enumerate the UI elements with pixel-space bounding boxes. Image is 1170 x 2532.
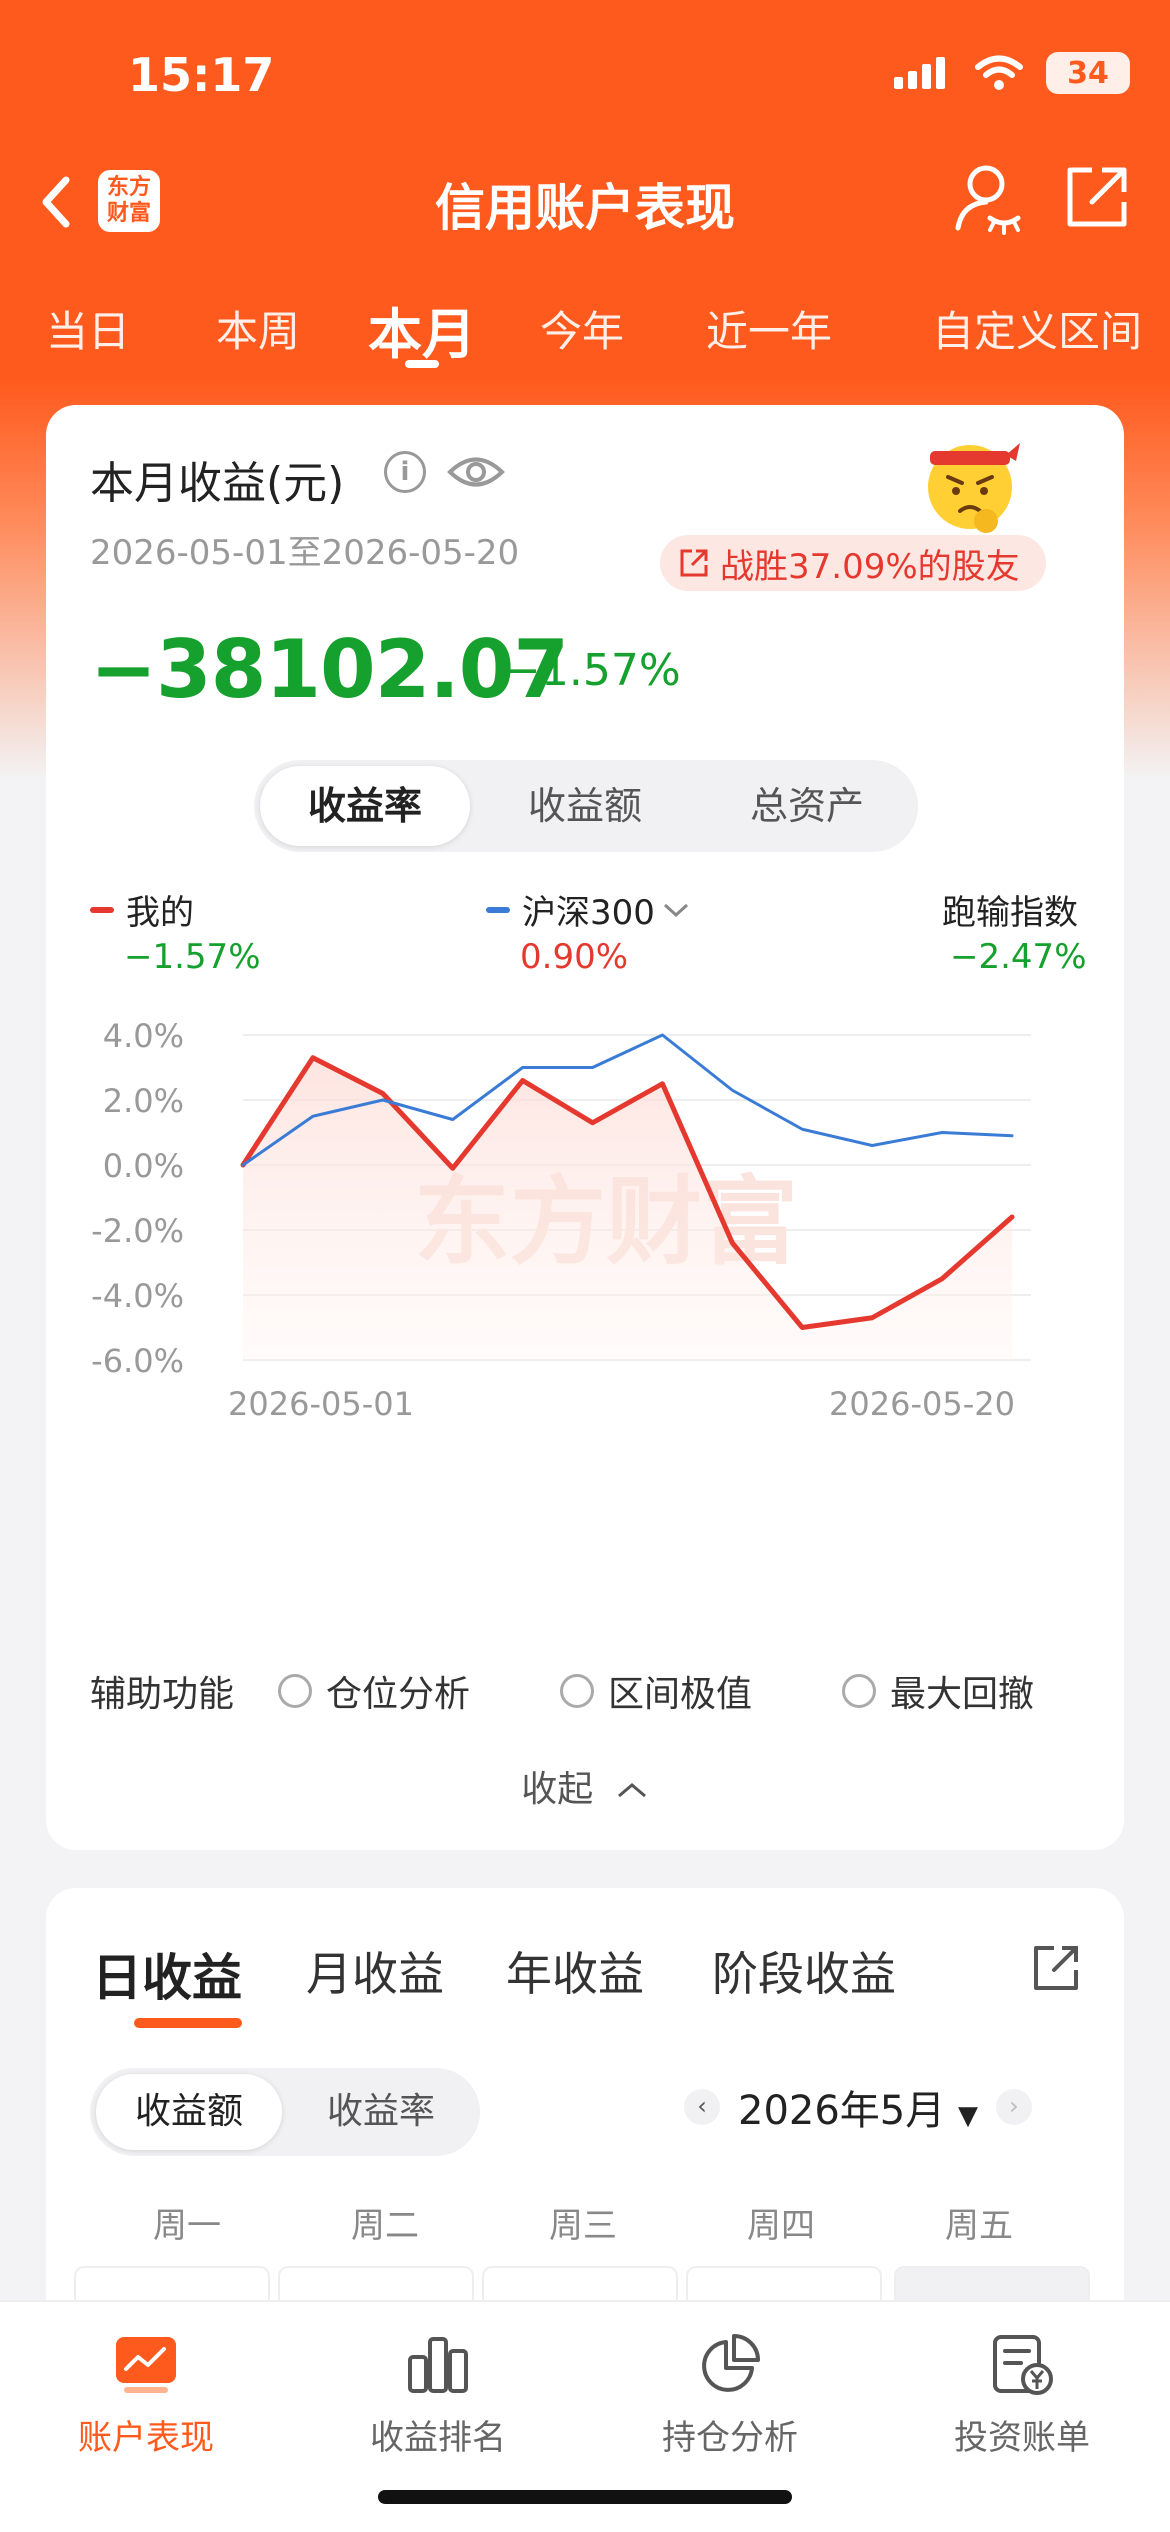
segment-total-assets[interactable]: 总资产 [702, 766, 912, 846]
tab-today[interactable]: 当日 [46, 298, 130, 359]
profit-value: −38102.07 [90, 623, 569, 716]
summary-card: 本月收益(元) i 2026-05-01至2026-05-20 战胜37.09%… [46, 405, 1124, 1850]
legend-mine-value: −1.57% [124, 937, 261, 977]
home-indicator [378, 2490, 792, 2504]
chevron-up-icon [617, 1783, 646, 1798]
aux-label: 辅助功能 [90, 1674, 235, 1715]
aux-max-drawdown[interactable]: 最大回撤 [842, 1665, 1034, 1717]
tab-this-month[interactable]: 本月 [368, 290, 476, 369]
legend-mine-swatch [90, 906, 114, 913]
beat-friends-badge[interactable]: 战胜37.09%的股友 [660, 535, 1046, 591]
earnings-segment: 收益额 收益率 [90, 2068, 480, 2156]
bottom-tab-investment-bill[interactable]: 投资账单 [902, 2324, 1142, 2459]
tab-custom-range[interactable]: 自定义区间 [932, 298, 1142, 359]
collapse-button[interactable]: 收起 [46, 1760, 1124, 1812]
pie-chart-icon [702, 2334, 760, 2392]
tab-this-week[interactable]: 本周 [216, 298, 300, 359]
tab-yearly-earnings[interactable]: 年收益 [506, 1938, 644, 2004]
period-tabs: 当日 本周 本月 今年 近一年 自定义区间 [0, 290, 1170, 370]
radio-icon[interactable] [278, 1674, 312, 1708]
bottom-tab-earnings-ranking[interactable]: 收益排名 [318, 2324, 558, 2459]
wifi-icon [975, 55, 1023, 90]
info-icon[interactable]: i [384, 451, 426, 493]
profit-percent: −1.57% [504, 645, 681, 696]
earnings-card: 日收益 月收益 年收益 阶段收益 收益额 收益率 ‹ 2026年5月 ▼ › 周… [46, 1888, 1124, 2326]
segment-earnings-amount[interactable]: 收益额 [96, 2074, 282, 2150]
legend-index-value: 0.90% [520, 937, 629, 977]
prev-month-icon[interactable]: ‹ [684, 2089, 720, 2125]
month-picker: ‹ 2026年5月 ▼ › [684, 2078, 1032, 2136]
signal-icon [894, 57, 945, 89]
active-tab-indicator [405, 360, 439, 368]
nav-bar: 东方 财富 信用账户表现 [0, 150, 1170, 250]
weekday-fri: 周五 [945, 2206, 1013, 2246]
weekday-tue: 周二 [351, 2206, 419, 2246]
metric-segment: 收益率 收益额 总资产 [254, 760, 918, 852]
month-selector[interactable]: 2026年5月 ▼ [738, 2078, 978, 2136]
legend-diff-label: 跑输指数 [942, 893, 1078, 933]
earnings-tab-indicator [134, 2018, 242, 2028]
battery-icon: 34 [1046, 52, 1130, 94]
user-privacy-icon[interactable] [954, 162, 1024, 236]
tab-last-year[interactable]: 近一年 [706, 298, 832, 359]
weekday-wed: 周三 [549, 2206, 617, 2246]
eye-icon[interactable] [446, 447, 506, 497]
bottom-tab-account-performance[interactable]: 账户表现 [26, 2324, 266, 2459]
bottom-tab-holdings-analysis[interactable]: 持仓分析 [610, 2324, 850, 2459]
y-tick-label: 4.0% [103, 1017, 184, 1055]
segment-return-rate[interactable]: 收益率 [260, 766, 470, 846]
chevron-down-icon[interactable] [661, 899, 691, 921]
return-line-chart: 4.0%2.0%0.0%-2.0%-4.0%-6.0%东方财富2026-05-0… [91, 1017, 1031, 1423]
tab-this-year[interactable]: 今年 [540, 298, 624, 359]
next-month-icon[interactable]: › [995, 2089, 1032, 2125]
bar-chart-icon [408, 2337, 468, 2393]
tab-daily-earnings[interactable]: 日收益 [92, 1938, 242, 2010]
x-tick-label: 2026-05-20 [829, 1385, 1015, 1423]
beat-text: 战胜37.09%的股友 [720, 546, 1020, 587]
legend-mine: 我的 [90, 885, 194, 934]
export-icon[interactable] [1030, 1942, 1082, 1994]
card-title: 本月收益(元) [90, 458, 345, 509]
weekday-mon: 周一 [153, 2206, 221, 2246]
y-tick-label: -2.0% [91, 1212, 184, 1250]
radio-icon[interactable] [842, 1674, 876, 1708]
y-tick-label: 0.0% [103, 1147, 184, 1185]
bill-icon [993, 2335, 1053, 2395]
segment-return-amount[interactable]: 收益额 [480, 766, 690, 846]
share-small-icon [680, 549, 708, 577]
aux-range-extremes[interactable]: 区间极值 [560, 1665, 752, 1717]
angry-emoji-icon [928, 443, 1020, 533]
y-tick-label: 2.0% [103, 1082, 184, 1120]
aux-position-analysis[interactable]: 仓位分析 [278, 1665, 470, 1717]
status-time: 15:17 [128, 48, 275, 102]
y-tick-label: -4.0% [91, 1277, 184, 1315]
status-icons: 34 [892, 52, 1130, 94]
chart-card-icon [116, 2337, 176, 2393]
legend-diff-value: −2.47% [950, 937, 1087, 977]
radio-icon[interactable] [560, 1674, 594, 1708]
legend-index-swatch [486, 906, 510, 913]
x-tick-label: 2026-05-01 [228, 1385, 414, 1423]
segment-earnings-rate[interactable]: 收益率 [288, 2074, 474, 2150]
legend-index[interactable]: 沪深300 [486, 885, 691, 934]
tab-stage-earnings[interactable]: 阶段收益 [712, 1938, 896, 2004]
share-icon[interactable] [1064, 164, 1130, 230]
y-tick-label: -6.0% [91, 1342, 184, 1380]
date-range: 2026-05-01至2026-05-20 [90, 533, 520, 573]
tab-monthly-earnings[interactable]: 月收益 [306, 1938, 444, 2004]
weekday-thu: 周四 [747, 2206, 815, 2246]
caret-down-icon: ▼ [957, 2101, 978, 2131]
